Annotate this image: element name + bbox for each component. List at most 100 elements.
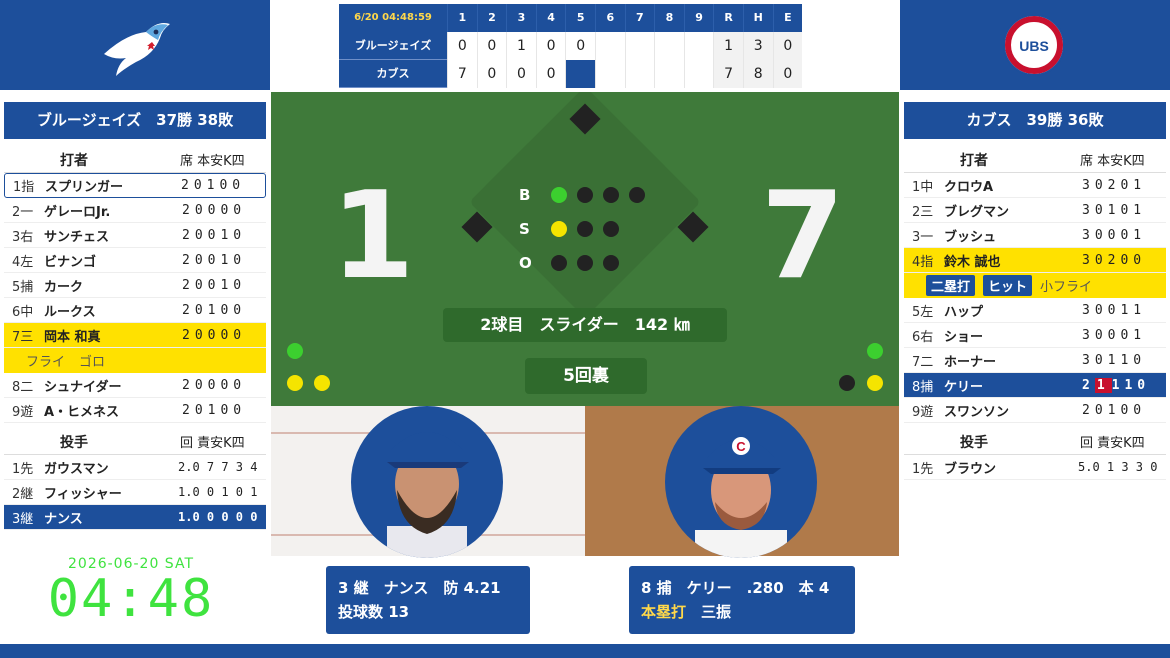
batter-row[interactable]: 5左 ハップ 30011 bbox=[904, 298, 1166, 323]
batter-columns: 席 本安K四 bbox=[1080, 154, 1145, 169]
pitcher-columns: 回 責安K四 bbox=[1080, 436, 1145, 451]
home-score: 7 bbox=[761, 167, 845, 306]
out-indicator-off bbox=[603, 255, 619, 271]
batter-row[interactable]: 4左 ビナンゴ 20010 bbox=[4, 248, 266, 273]
batter-row-current[interactable]: 8捕 ケリー 2 1 110 bbox=[904, 373, 1166, 398]
batter-name: ハップ bbox=[944, 304, 984, 320]
batter-row[interactable]: 1中 クロウA 30201 bbox=[904, 173, 1166, 198]
batter-row[interactable]: 3右 サンチェス 20010 bbox=[4, 223, 266, 248]
batter-name: 鈴木 誠也 bbox=[944, 254, 1001, 270]
inning-header: 8 bbox=[654, 4, 684, 32]
ball-indicator-off bbox=[577, 187, 593, 203]
batter-row[interactable]: 1指 スプリンガー 20100 bbox=[4, 173, 266, 198]
batter-name: ブレグマン bbox=[944, 204, 1010, 220]
inning-score: 7 bbox=[447, 60, 477, 88]
batter-row[interactable]: 9遊 A・ヒメネス 20100 bbox=[4, 398, 266, 423]
rhe-header: H bbox=[742, 4, 773, 32]
batter-name: ケリー bbox=[944, 379, 984, 395]
pitcher-name: ブラウン bbox=[944, 461, 997, 477]
cubs-logo-icon: UBS bbox=[1003, 14, 1065, 76]
pitcher-pos: 1先 bbox=[912, 461, 934, 477]
batter-row-highlighted[interactable]: 7三 岡本 和真 20000 bbox=[4, 323, 266, 348]
inning-indicator: 5回裏 bbox=[525, 358, 647, 394]
batter-row-highlighted[interactable]: 4指 鈴木 誠也 30200 bbox=[904, 248, 1166, 273]
batter-stats: 20000 bbox=[182, 327, 247, 343]
batter-row[interactable]: 2一 ゲレーロJr. 20000 bbox=[4, 198, 266, 223]
batter-name: ビナンゴ bbox=[44, 254, 97, 270]
batter-pos: 8二 bbox=[12, 379, 34, 395]
pitcher-row-current[interactable]: 3継 ナンス 1.0 0 0 0 0 bbox=[4, 505, 266, 530]
team-name: カブス bbox=[339, 60, 447, 88]
player-portrait-icon bbox=[387, 432, 469, 558]
errors: 0 bbox=[772, 32, 803, 60]
ball-indicator-on bbox=[551, 187, 567, 203]
out-indicator-off bbox=[551, 255, 567, 271]
batter-stats: 20100 bbox=[182, 302, 247, 318]
pitcher-info-line: 3 継 ナンス 防 4.21 bbox=[338, 579, 501, 597]
batter-columns: 席 本安K四 bbox=[180, 154, 245, 169]
field-display: 1 7 B S O 2球目 スライダー 142 ㎞ 5回裏 bbox=[271, 92, 899, 406]
hits: 8 bbox=[742, 60, 773, 88]
away-team-title: ブルージェイズ 37勝 38敗 bbox=[4, 102, 266, 139]
batter-pos: 4指 bbox=[912, 254, 934, 270]
inning-score: 0 bbox=[506, 60, 536, 88]
pitcher-stats: 1.0 0 1 0 1 bbox=[178, 485, 258, 499]
batter-result-homerun: 本塁打 bbox=[641, 603, 687, 621]
strike-indicator-on bbox=[551, 221, 567, 237]
pitcher-row[interactable]: 1先 ガウスマン 2.0 7 7 3 4 bbox=[4, 455, 266, 480]
inning-header: 3 bbox=[506, 4, 536, 32]
player-portrait-icon: C bbox=[695, 437, 787, 558]
inning-header: 1 bbox=[447, 4, 477, 32]
pitcher-pos: 2継 bbox=[12, 486, 34, 502]
hits: 3 bbox=[742, 32, 773, 60]
batter-stats: 30200 bbox=[1082, 252, 1147, 268]
batter-stats: 30001 bbox=[1082, 227, 1147, 243]
result-tag: 二塁打 bbox=[926, 275, 976, 296]
home-logo-banner: UBS bbox=[900, 0, 1170, 90]
line-score-away: ブルージェイズ 0 0 1 0 0 1 3 0 bbox=[339, 32, 831, 60]
batter-stats: 30110 bbox=[1082, 352, 1147, 368]
batter-row[interactable]: 8二 シュナイダー 20000 bbox=[4, 373, 266, 398]
away-indicator-green bbox=[287, 343, 303, 359]
batter-pos: 7二 bbox=[912, 354, 934, 370]
inning-score: 0 bbox=[476, 60, 507, 88]
errors: 0 bbox=[772, 60, 803, 88]
batter-pos: 3右 bbox=[12, 229, 34, 245]
batter-row[interactable]: 6中 ルークス 20100 bbox=[4, 298, 266, 323]
line-score: 6/20 04:48:59 1 2 3 4 5 6 7 8 9 R H E ブル… bbox=[339, 4, 831, 88]
result-text: 小フライ bbox=[1040, 280, 1093, 295]
batter-name: シュナイダー bbox=[44, 379, 122, 395]
batter-row[interactable]: 5捕 カーク 20010 bbox=[4, 273, 266, 298]
runs: 1 bbox=[713, 32, 743, 60]
batter-row[interactable]: 6右 ショー 30001 bbox=[904, 323, 1166, 348]
game-time: 6/20 04:48:59 bbox=[339, 4, 447, 32]
batter-results: 二塁打 ヒット 小フライ bbox=[904, 273, 1166, 298]
pitcher-row[interactable]: 1先 ブラウン 5.0 1 3 3 0 bbox=[904, 455, 1166, 480]
batter-pos: 8捕 bbox=[912, 379, 934, 395]
line-score-home: カブス 7 0 0 0 7 8 0 bbox=[339, 60, 831, 88]
batter-name: スワンソン bbox=[944, 404, 1010, 420]
bottom-bar bbox=[0, 644, 1170, 658]
pitcher-name: ガウスマン bbox=[44, 461, 109, 477]
batter-row[interactable]: 7二 ホーナー 30110 bbox=[904, 348, 1166, 373]
inning-score bbox=[594, 32, 625, 60]
pitcher-header-label: 投手 bbox=[960, 434, 988, 451]
inning-score bbox=[624, 60, 655, 88]
stat-value: 110 bbox=[1111, 377, 1151, 393]
pitcher-name: ナンス bbox=[44, 511, 83, 527]
pitch-count: 投球数 13 bbox=[338, 603, 410, 621]
batter-result-strikeout: 三振 bbox=[701, 603, 732, 621]
result-text: フライ bbox=[26, 355, 66, 370]
batter-row[interactable]: 9遊 スワンソン 20100 bbox=[904, 398, 1166, 423]
pitcher-row[interactable]: 2継 フィッシャー 1.0 0 1 0 1 bbox=[4, 480, 266, 505]
inning-score: 0 bbox=[565, 32, 595, 60]
away-indicator-yellow bbox=[314, 375, 330, 391]
batter-row[interactable]: 2三 ブレグマン 30101 bbox=[904, 198, 1166, 223]
batter-row[interactable]: 3一 ブッシュ 30001 bbox=[904, 223, 1166, 248]
batter-pos: 5捕 bbox=[12, 279, 34, 295]
batter-name: 岡本 和真 bbox=[44, 329, 101, 345]
pitcher-stats: 1.0 0 0 0 0 bbox=[178, 510, 258, 524]
batter-stats: 20000 bbox=[182, 202, 247, 218]
batter-pos: 5左 bbox=[912, 304, 934, 320]
rhe-header: R bbox=[713, 4, 743, 32]
